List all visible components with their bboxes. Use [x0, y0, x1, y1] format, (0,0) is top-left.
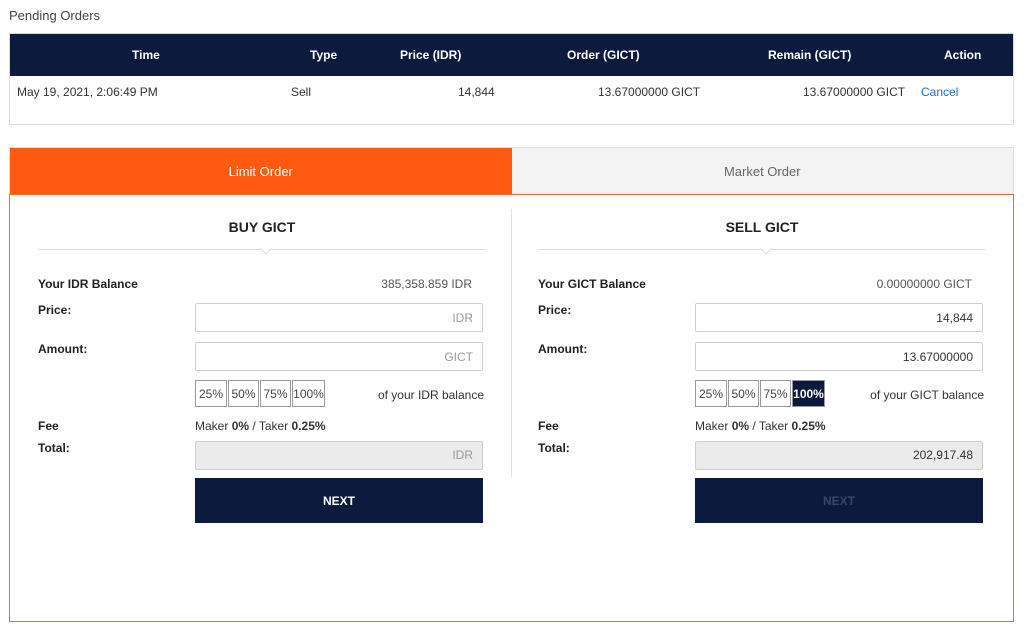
sell-total-label: Total:: [538, 441, 570, 455]
sell-percent-75-button[interactable]: 75%: [760, 380, 791, 407]
column-header-time: Time: [132, 48, 160, 62]
order-amount: 13.67000000 GICT: [598, 85, 701, 99]
order-remain: 13.67000000 GICT: [803, 85, 906, 99]
sell-percent-group: 25% 50% 75% 100%: [695, 380, 826, 407]
sell-fee-label: Fee: [538, 419, 559, 433]
column-header-price: Price (IDR): [400, 48, 462, 62]
buy-fee-value: Maker 0% / Taker 0.25%: [195, 419, 326, 433]
divider-notch-icon: [260, 243, 272, 255]
tab-limit-order[interactable]: Limit Order: [10, 148, 512, 194]
buy-balance-label: Your IDR Balance: [38, 277, 138, 291]
order-time: May 19, 2021, 2:06:49 PM: [17, 85, 158, 99]
column-header-remain: Remain (GICT): [768, 48, 852, 62]
buy-price-label: Price:: [38, 303, 72, 317]
sell-amount-input[interactable]: [695, 342, 983, 371]
buy-amount-label: Amount:: [38, 342, 88, 356]
pending-orders-table: Time Type Price (IDR) Order (GICT) Remai…: [9, 33, 1014, 125]
sell-fee-value: Maker 0% / Taker 0.25%: [695, 419, 826, 433]
maker-label: Maker: [695, 419, 729, 433]
buy-total-field: IDR: [195, 441, 483, 470]
buy-percent-note: of your IDR balance: [377, 388, 484, 402]
sell-amount-label: Amount:: [538, 342, 588, 356]
order-type-tabs: Limit Order Market Order: [9, 147, 1014, 194]
sell-percent-100-button[interactable]: 100%: [792, 380, 825, 407]
buy-next-button[interactable]: NEXT: [195, 478, 483, 523]
buy-title: BUY GICT: [228, 219, 296, 235]
column-header-action: Action: [944, 48, 982, 62]
sell-price-label: Price:: [538, 303, 572, 317]
sell-title: SELL GICT: [725, 219, 799, 235]
buy-amount-input[interactable]: [195, 342, 483, 371]
cancel-order-link[interactable]: Cancel: [921, 85, 958, 99]
buy-percent-group: 25% 50% 75% 100%: [195, 380, 326, 407]
maker-value: 0%: [231, 419, 250, 433]
order-price: 14,844: [458, 85, 495, 99]
column-divider: [511, 209, 512, 477]
sell-balance-value: 0.00000000 GICT: [876, 277, 972, 291]
table-row: May 19, 2021, 2:06:49 PM Sell 14,844 13.…: [10, 76, 1013, 124]
sell-next-button[interactable]: NEXT: [695, 478, 983, 523]
buy-percent-25-button[interactable]: 25%: [195, 380, 227, 407]
buy-total-label: Total:: [38, 441, 70, 455]
taker-value: 0.25%: [291, 419, 326, 433]
pending-orders-title: Pending Orders: [9, 8, 101, 23]
sell-price-input[interactable]: [695, 303, 983, 332]
order-type: Sell: [291, 85, 312, 99]
buy-percent-100-button[interactable]: 100%: [292, 380, 325, 407]
maker-label: Maker: [195, 419, 229, 433]
taker-label: Taker: [758, 419, 789, 433]
sell-total-field: 202,917.48: [695, 441, 983, 470]
sell-balance-label: Your GICT Balance: [538, 277, 646, 291]
buy-fee-label: Fee: [38, 419, 59, 433]
buy-percent-50-button[interactable]: 50%: [228, 380, 259, 407]
buy-percent-75-button[interactable]: 75%: [260, 380, 291, 407]
buy-balance-value: 385,358.859 IDR: [381, 277, 472, 291]
sell-percent-note: of your GICT balance: [870, 388, 984, 402]
maker-value: 0%: [731, 419, 750, 433]
taker-value: 0.25%: [791, 419, 826, 433]
column-header-type: Type: [310, 48, 338, 62]
buy-price-input[interactable]: [195, 303, 483, 332]
table-header: Time Type Price (IDR) Order (GICT) Remai…: [10, 34, 1013, 76]
taker-label: Taker: [258, 419, 289, 433]
sell-percent-25-button[interactable]: 25%: [695, 380, 727, 407]
divider-notch-icon: [760, 243, 772, 255]
tab-market-order[interactable]: Market Order: [511, 148, 1013, 194]
limit-order-panel: BUY GICT Your IDR Balance 385,358.859 ID…: [9, 194, 1014, 622]
column-header-order: Order (GICT): [567, 48, 640, 62]
sell-percent-50-button[interactable]: 50%: [728, 380, 759, 407]
